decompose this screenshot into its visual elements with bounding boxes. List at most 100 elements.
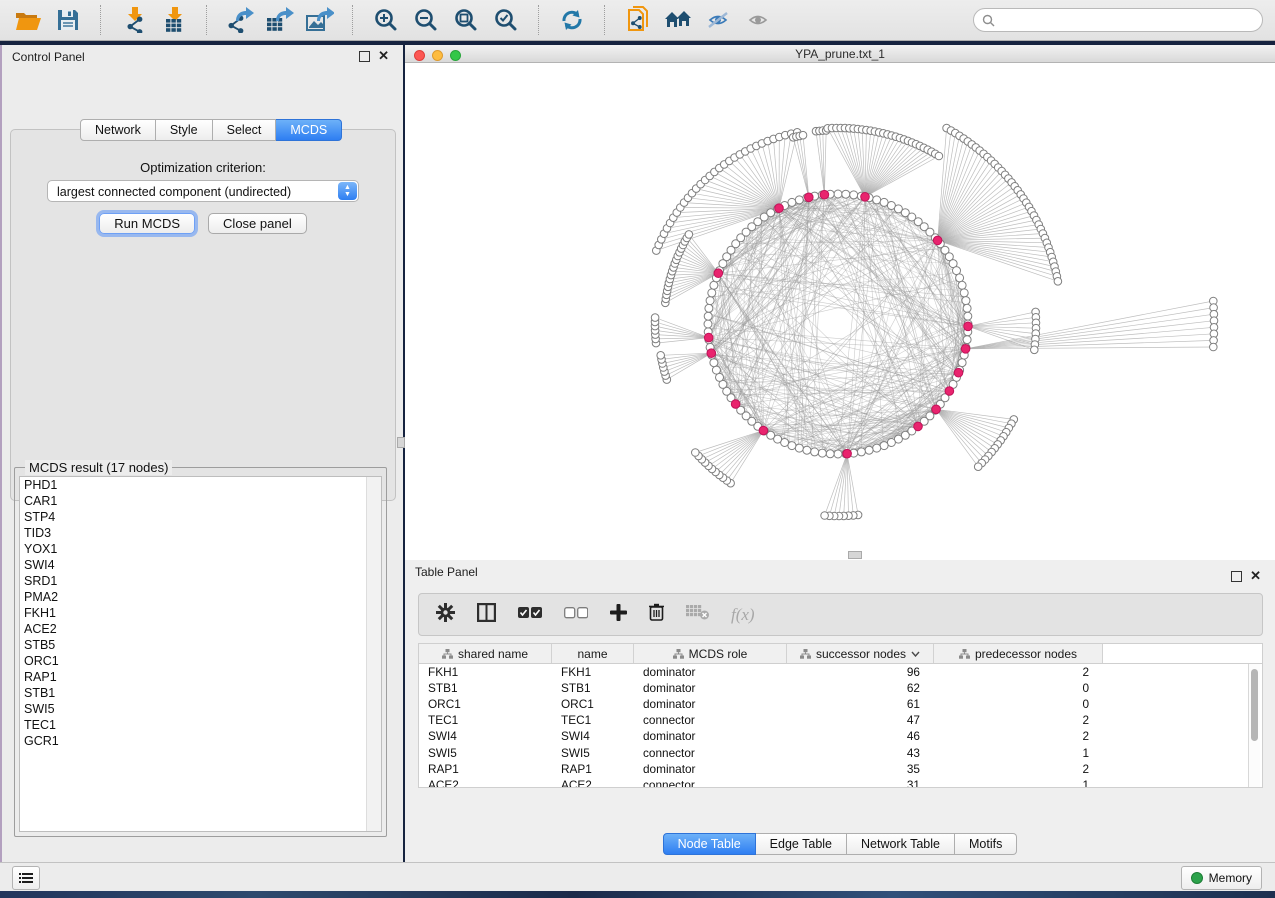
tab-style[interactable]: Style: [156, 119, 213, 141]
cell-name: FKH1: [552, 665, 634, 679]
select-all-button[interactable]: [518, 606, 542, 624]
cell-successor-nodes: 47: [787, 713, 934, 727]
mcds-result-item[interactable]: STB5: [20, 637, 381, 653]
cell-shared-name: STB1: [419, 681, 552, 695]
open-button[interactable]: [8, 3, 48, 37]
table-row[interactable]: RAP1RAP1dominator352: [419, 761, 1262, 777]
mcds-result-item[interactable]: SWI5: [20, 701, 381, 717]
mcds-result-item[interactable]: RAP1: [20, 669, 381, 685]
mcds-result-group: MCDS result (17 nodes) PHD1CAR1STP4TID3Y…: [14, 467, 387, 837]
table-row[interactable]: SWI4SWI4dominator462: [419, 728, 1262, 744]
table-row[interactable]: ORC1ORC1dominator610: [419, 696, 1262, 712]
cell-name: ACE2: [552, 778, 634, 788]
cell-predecessor-nodes: 2: [934, 762, 1103, 776]
close-panel-button[interactable]: Close panel: [208, 213, 307, 234]
show-hidden-button[interactable]: [738, 3, 778, 37]
cell-predecessor-nodes: 0: [934, 681, 1103, 695]
column-header-name[interactable]: name: [552, 644, 634, 663]
show-all-networks-icon: [664, 9, 692, 31]
column-label: name: [577, 647, 607, 661]
memory-label: Memory: [1209, 871, 1252, 885]
mcds-result-item[interactable]: STP4: [20, 509, 381, 525]
mcds-list-scrollbar[interactable]: [366, 477, 381, 831]
zoom-fit-button[interactable]: [446, 3, 486, 37]
network-graph: [405, 63, 1275, 560]
column-header-shared-name[interactable]: shared name: [419, 644, 552, 663]
close-panel-icon[interactable]: ✕: [378, 49, 389, 62]
network-titlebar[interactable]: YPA_prune.txt_1: [405, 45, 1275, 63]
float-panel-icon[interactable]: [359, 51, 370, 62]
select-all-icon: [518, 606, 542, 624]
mcds-result-item[interactable]: SRD1: [20, 573, 381, 589]
column-header-MCDS-role[interactable]: MCDS role: [634, 644, 787, 663]
split-view-button[interactable]: [477, 603, 496, 627]
settings-button[interactable]: [436, 603, 455, 627]
optimization-criterion-select[interactable]: largest connected component (undirected)…: [47, 180, 359, 202]
mcds-result-item[interactable]: STB1: [20, 685, 381, 701]
column-header-successor-nodes[interactable]: successor nodes: [787, 644, 934, 663]
vertical-split-handle[interactable]: [397, 437, 405, 448]
mcds-result-item[interactable]: SWI4: [20, 557, 381, 573]
export-image-button[interactable]: [300, 3, 340, 37]
refresh-layout-button[interactable]: [552, 3, 592, 37]
horizontal-split-handle[interactable]: [848, 551, 862, 559]
mcds-result-item[interactable]: CAR1: [20, 493, 381, 509]
import-network-button[interactable]: [114, 3, 154, 37]
column-header-predecessor-nodes[interactable]: predecessor nodes: [934, 644, 1103, 663]
tab-mcds[interactable]: MCDS: [276, 119, 342, 141]
run-mcds-button[interactable]: Run MCDS: [99, 213, 195, 234]
mcds-result-item[interactable]: TEC1: [20, 717, 381, 733]
network-canvas[interactable]: [405, 63, 1275, 560]
mcds-result-list[interactable]: PHD1CAR1STP4TID3YOX1SWI4SRD1PMA2FKH1ACE2…: [19, 476, 382, 832]
tab-motifs[interactable]: Motifs: [955, 833, 1017, 855]
show-all-networks-button[interactable]: [658, 3, 698, 37]
cell-MCDS-role: dominator: [634, 762, 787, 776]
mcds-result-item[interactable]: TID3: [20, 525, 381, 541]
table-scrollbar-thumb[interactable]: [1251, 669, 1258, 741]
close-table-panel-icon[interactable]: ✕: [1250, 569, 1261, 582]
share-document-button[interactable]: [618, 3, 658, 37]
table-row[interactable]: ACE2ACE2connector311: [419, 777, 1262, 788]
mcds-result-item[interactable]: PMA2: [20, 589, 381, 605]
table-row[interactable]: STB1STB1dominator620: [419, 680, 1262, 696]
import-table-button[interactable]: [154, 3, 194, 37]
column-label: shared name: [458, 647, 528, 661]
zoom-in-button[interactable]: [366, 3, 406, 37]
zoom-selected-button[interactable]: [486, 3, 526, 37]
tab-edge-table[interactable]: Edge Table: [756, 833, 847, 855]
column-type-icon: [959, 649, 970, 659]
search-box[interactable]: [973, 8, 1263, 32]
cell-successor-nodes: 96: [787, 665, 934, 679]
save-button[interactable]: [48, 3, 88, 37]
mcds-result-item[interactable]: GCR1: [20, 733, 381, 749]
table-row[interactable]: FKH1FKH1dominator962: [419, 664, 1262, 680]
tab-network[interactable]: Network: [80, 119, 156, 141]
mcds-result-item[interactable]: ACE2: [20, 621, 381, 637]
delete-column-button[interactable]: [649, 603, 664, 626]
zoom-out-button[interactable]: [406, 3, 446, 37]
mcds-result-item[interactable]: ORC1: [20, 653, 381, 669]
cell-successor-nodes: 46: [787, 729, 934, 743]
task-history-button[interactable]: [12, 866, 40, 890]
control-panel-tabs: NetworkStyleSelectMCDS: [80, 119, 342, 139]
deselect-all-button[interactable]: [564, 606, 588, 624]
table-scrollbar[interactable]: [1248, 664, 1260, 787]
tab-select[interactable]: Select: [213, 119, 277, 141]
search-input[interactable]: [1000, 12, 1262, 28]
table-row[interactable]: SWI5SWI5connector431: [419, 744, 1262, 760]
mcds-result-item[interactable]: YOX1: [20, 541, 381, 557]
export-network-button[interactable]: [220, 3, 260, 37]
add-column-button[interactable]: [610, 604, 627, 626]
network-window: YPA_prune.txt_1: [405, 45, 1275, 560]
mcds-result-item[interactable]: PHD1: [20, 477, 381, 493]
tab-node-table[interactable]: Node Table: [663, 833, 756, 855]
memory-button[interactable]: Memory: [1181, 866, 1262, 890]
table-row[interactable]: TEC1TEC1connector472: [419, 712, 1262, 728]
select-stepper-icon: ▲▼: [338, 182, 357, 200]
tab-network-table[interactable]: Network Table: [847, 833, 955, 855]
mcds-result-item[interactable]: FKH1: [20, 605, 381, 621]
hide-selected-button[interactable]: [698, 3, 738, 37]
cell-shared-name: SWI4: [419, 729, 552, 743]
export-table-button[interactable]: [260, 3, 300, 37]
float-table-panel-icon[interactable]: [1231, 571, 1242, 582]
